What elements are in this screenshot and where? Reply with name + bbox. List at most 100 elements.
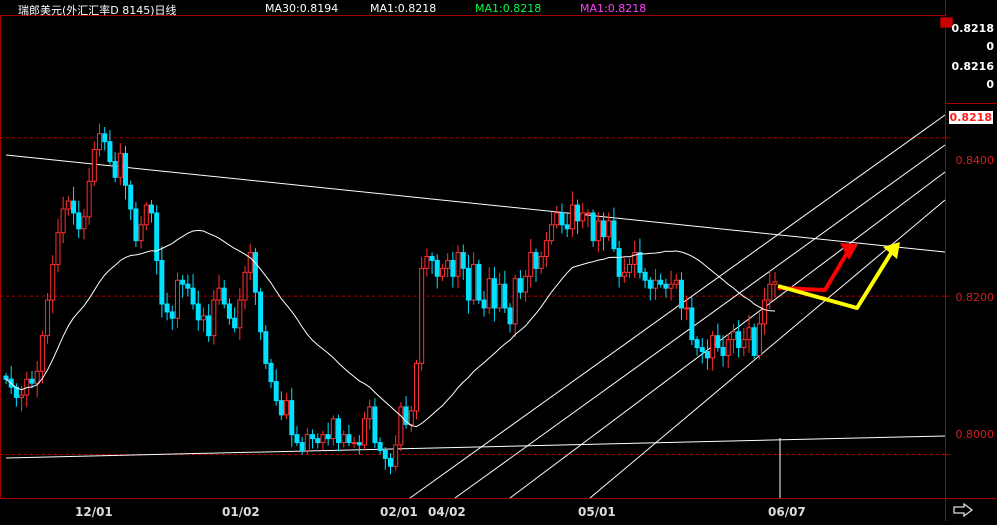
candle: [502, 270, 508, 313]
candle-body: [715, 335, 721, 349]
candle: [580, 202, 586, 229]
candle: [341, 430, 347, 448]
candle: [497, 272, 503, 313]
candle-body: [304, 434, 310, 451]
candle: [294, 426, 300, 446]
candle: [621, 258, 627, 283]
candle: [91, 141, 97, 186]
candle: [71, 186, 77, 225]
candle-body: [263, 331, 269, 364]
candle: [200, 307, 206, 332]
candle-body: [486, 278, 492, 309]
candle-body: [289, 400, 295, 436]
candlestick-chart: [0, 0, 997, 521]
candle-body: [460, 252, 466, 269]
candle: [559, 203, 565, 234]
candle-body: [206, 315, 212, 337]
axis-top-value-2: 0: [986, 40, 994, 53]
y-tick-label: 0.8400: [955, 154, 995, 167]
x-tick-label: 05/01: [578, 505, 616, 519]
x-tick-label: 02/01: [380, 505, 418, 519]
candle-body: [439, 267, 445, 277]
candle: [76, 200, 82, 239]
candle-body: [471, 263, 477, 301]
candle-body: [746, 327, 752, 341]
candle-body: [346, 434, 352, 444]
candle: [476, 259, 482, 304]
candle: [24, 371, 30, 408]
candle-body: [299, 442, 305, 451]
candle-body: [580, 212, 586, 222]
candle: [273, 369, 279, 406]
candle-body: [450, 259, 456, 277]
candle: [601, 212, 607, 251]
candle: [569, 191, 575, 238]
ma1-readout-white: MA1:0.8218: [370, 2, 437, 15]
candle: [211, 290, 217, 345]
candle: [585, 209, 591, 228]
candle: [159, 246, 165, 318]
candle-body: [393, 444, 399, 467]
candle-body: [767, 283, 773, 301]
candle-body: [694, 339, 700, 349]
candle-body: [663, 283, 669, 289]
candle-body: [216, 287, 222, 301]
candle-body: [611, 220, 617, 250]
candle-body: [507, 307, 513, 325]
candle: [185, 274, 191, 297]
candle: [762, 287, 768, 335]
candle: [372, 398, 378, 448]
candle: [284, 392, 290, 419]
candle: [517, 270, 523, 300]
candle-body: [159, 259, 165, 305]
candle: [486, 267, 492, 315]
candle-body: [491, 278, 497, 309]
candle: [29, 371, 35, 389]
candle: [460, 244, 466, 280]
candle-body: [668, 283, 674, 289]
candle: [756, 312, 762, 360]
trend-line: [5, 154, 946, 253]
candle: [554, 205, 560, 229]
candle-body: [481, 299, 487, 309]
candle: [699, 338, 705, 364]
candle-body: [273, 381, 279, 402]
candle: [258, 287, 264, 341]
candle-body: [398, 406, 404, 446]
candle: [107, 130, 113, 165]
candle: [138, 216, 144, 249]
candle-body: [71, 200, 77, 214]
candle-body: [413, 362, 419, 412]
candle: [704, 339, 710, 370]
candle-body: [320, 434, 326, 444]
candle: [538, 251, 544, 274]
candle: [642, 267, 648, 289]
ma30-readout: MA30:0.8194: [265, 2, 339, 15]
candle: [455, 245, 461, 289]
candle: [320, 430, 326, 451]
candle: [367, 399, 373, 430]
ma30-line: [5, 229, 776, 428]
candle: [741, 327, 747, 357]
candle: [751, 323, 757, 359]
candle-body: [232, 317, 238, 329]
scroll-arrows-icon[interactable]: [952, 502, 978, 518]
ma1-readout-green: MA1:0.8218: [475, 2, 542, 15]
candle: [117, 143, 123, 186]
x-tick-label: 01/02: [222, 505, 260, 519]
candle: [533, 248, 539, 283]
candle-body: [284, 400, 290, 416]
candle: [388, 453, 393, 475]
candle: [408, 405, 414, 432]
candle: [637, 238, 643, 279]
candle-body: [476, 263, 482, 301]
ma1-readout-magenta: MA1:0.8218: [580, 2, 647, 15]
candle: [154, 205, 160, 275]
candle: [206, 304, 212, 342]
candle: [689, 296, 695, 345]
candle-body: [637, 252, 643, 273]
candle-body: [569, 204, 575, 230]
candle: [575, 199, 581, 235]
candle: [393, 435, 399, 471]
x-tick-label: 04/02: [428, 505, 466, 519]
